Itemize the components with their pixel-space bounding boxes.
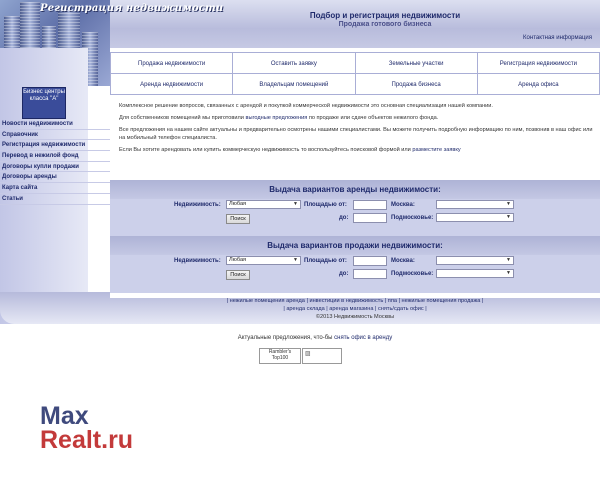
- nav-cell: Владельцам помещений: [232, 73, 356, 95]
- nav-cell: Регистрация недвижимости: [476, 52, 600, 74]
- intro-text: Комплексное решение вопросов, связанных …: [119, 103, 595, 159]
- offers-link[interactable]: выгодные предложения: [245, 115, 307, 121]
- sale-search-title: Выдача вариантов продажи недвижимости:: [110, 236, 600, 255]
- chevron-down-icon: ▼: [293, 201, 298, 207]
- area-from-input[interactable]: [353, 256, 387, 266]
- nav-cell: Продажа недвижимости: [109, 52, 234, 74]
- property-label: Недвижимость:: [174, 202, 221, 208]
- moscow-label: Москва:: [391, 202, 415, 208]
- sidebar-item-sitemap[interactable]: Карта сайта: [0, 183, 110, 194]
- sale-search-form: Выдача вариантов продажи недвижимости: Н…: [110, 236, 600, 293]
- area-to-label: до:: [339, 271, 349, 277]
- watermark: Max Realt.ru: [40, 402, 134, 454]
- area-to-label: до:: [339, 215, 349, 221]
- footer-links: | нежилые помещения аренда | инвестиции …: [110, 297, 600, 321]
- sidebar-item-label[interactable]: Справочник: [2, 132, 38, 138]
- property-label: Недвижимость:: [174, 258, 221, 264]
- nav-land[interactable]: Земельные участки: [389, 61, 444, 67]
- nav-cell: Аренда офиса: [476, 73, 600, 95]
- site-title: Регистрация недвижимости: [40, 3, 224, 14]
- nav-submit-request[interactable]: Оставить заявку: [271, 61, 317, 67]
- rent-search-button[interactable]: Поиск: [226, 214, 250, 224]
- region-select[interactable]: ▼: [436, 213, 514, 222]
- chevron-down-icon: ▼: [506, 257, 511, 263]
- nav-office-rent[interactable]: Аренда офиса: [518, 82, 558, 88]
- region-select[interactable]: ▼: [436, 269, 514, 278]
- sidebar-item-reference[interactable]: Справочник: [0, 130, 110, 141]
- top-navigation: Продажа недвижимости Оставить заявку Зем…: [109, 52, 600, 95]
- sidebar-item-articles[interactable]: Статьи: [0, 194, 110, 205]
- nav-cell: Аренда недвижимости: [109, 73, 234, 95]
- rent-search-title: Выдача вариантов аренды недвижимости:: [110, 180, 600, 199]
- place-request-link[interactable]: разместите заявку: [412, 147, 460, 153]
- intro-text-span: Если Вы хотите арендовать или купить ком…: [119, 146, 413, 153]
- sale-search-button[interactable]: Поиск: [226, 270, 250, 280]
- offer-text: Актуальные предложения, что-бы: [237, 335, 335, 341]
- sidebar-menu: Новости недвижимости Справочник Регистра…: [0, 119, 110, 205]
- counter-icon: ▨: [305, 350, 311, 357]
- contact-info-link[interactable]: Контактная информация: [523, 35, 592, 41]
- footer-links-row2[interactable]: | аренда склада | аренда магазина | снят…: [283, 306, 426, 312]
- property-select[interactable]: Любая ▼: [226, 200, 301, 209]
- intro-text-span: Для собственников помещений мы приготови…: [119, 115, 246, 122]
- page-subtitle: Продажа готового бизнеса: [338, 21, 432, 28]
- area-from-label: Площадью от:: [304, 202, 347, 208]
- area-to-input[interactable]: [353, 213, 387, 223]
- stats-counter[interactable]: ▨: [302, 348, 342, 364]
- region-label: Подмосковье:: [391, 215, 434, 221]
- area-from-input[interactable]: [353, 200, 387, 210]
- rambler-counter[interactable]: Rambler's Top100: [259, 348, 301, 364]
- sidebar-item-label[interactable]: Договоры аренды: [2, 174, 57, 180]
- rent-office-link[interactable]: снять офис в аренду: [334, 335, 392, 341]
- watermark-line2: Realt.ru: [40, 426, 134, 454]
- intro-paragraph: Все предложения на нашем сайте актуальны…: [119, 127, 593, 141]
- intro-paragraph: Если Вы хотите арендовать или купить ком…: [119, 147, 595, 154]
- chevron-down-icon: ▼: [506, 201, 511, 207]
- property-select-value: Любая: [229, 201, 247, 207]
- sidebar-item-news[interactable]: Новости недвижимости: [0, 119, 110, 130]
- area-to-input[interactable]: [353, 269, 387, 279]
- nav-cell: Продажа бизнеса: [354, 73, 478, 95]
- sidebar-item-label[interactable]: Новости недвижимости: [2, 121, 73, 127]
- area-from-label: Площадью от:: [304, 258, 347, 264]
- sidebar-item-label[interactable]: Статьи: [2, 196, 23, 202]
- footer-links-row1[interactable]: | нежилые помещения аренда | инвестиции …: [227, 298, 484, 304]
- moscow-select[interactable]: ▼: [436, 256, 514, 265]
- sidebar-item-label[interactable]: Регистрация недвижимости: [2, 142, 85, 148]
- nav-registration[interactable]: Регистрация недвижимости: [500, 61, 577, 67]
- region-label: Подмосковье:: [391, 271, 434, 277]
- business-centers-banner[interactable]: Бизнес центры класса "А": [22, 87, 66, 119]
- rent-search-body: Недвижимость: Любая ▼ Площадью от: Москва…: [110, 199, 600, 237]
- nav-sale[interactable]: Продажа недвижимости: [138, 61, 205, 67]
- intro-paragraph: Для собственников помещений мы приготови…: [119, 115, 595, 122]
- nav-owners[interactable]: Владельцам помещений: [259, 82, 328, 88]
- intro-text-span: по продаже или сдаче объектов нежилого ф…: [307, 115, 439, 122]
- property-select[interactable]: Любая ▼: [226, 256, 301, 265]
- sidebar-item-sale-contracts[interactable]: Договоры купли продажи: [0, 162, 110, 173]
- sidebar-item-label[interactable]: Перевод в нежилой фонд: [2, 153, 79, 159]
- nav-rent[interactable]: Аренда недвижимости: [140, 82, 203, 88]
- sidebar-item-transfer[interactable]: Перевод в нежилой фонд: [0, 151, 110, 162]
- chevron-down-icon: ▼: [293, 257, 298, 263]
- watermark-line1: Max: [40, 402, 89, 430]
- nav-business-sale[interactable]: Продажа бизнеса: [392, 82, 441, 88]
- sale-search-body: Недвижимость: Любая ▼ Площадью от: Москва…: [110, 255, 600, 293]
- page-title: Подбор и регистрация недвижимости: [309, 11, 461, 20]
- offer-line: Актуальные предложения, что-бы снять офи…: [0, 335, 600, 341]
- chevron-down-icon: ▼: [506, 270, 511, 276]
- sidebar-item-registration[interactable]: Регистрация недвижимости: [0, 140, 110, 152]
- intro-paragraph: Комплексное решение вопросов, связанных …: [119, 103, 493, 109]
- moscow-select[interactable]: ▼: [436, 200, 514, 209]
- nav-cell: Земельные участки: [354, 52, 478, 74]
- sidebar-item-label[interactable]: Карта сайта: [2, 185, 37, 191]
- nav-cell: Оставить заявку: [232, 52, 356, 74]
- sidebar-item-lease-contracts[interactable]: Договоры аренды: [0, 172, 110, 184]
- property-select-value: Любая: [229, 257, 247, 263]
- moscow-label: Москва:: [391, 258, 415, 264]
- sidebar-item-label[interactable]: Договоры купли продажи: [2, 164, 79, 170]
- copyright: ©2013 Недвижимость Москвы: [315, 314, 395, 320]
- chevron-down-icon: ▼: [506, 214, 511, 220]
- rent-search-form: Выдача вариантов аренды недвижимости: Не…: [110, 180, 600, 237]
